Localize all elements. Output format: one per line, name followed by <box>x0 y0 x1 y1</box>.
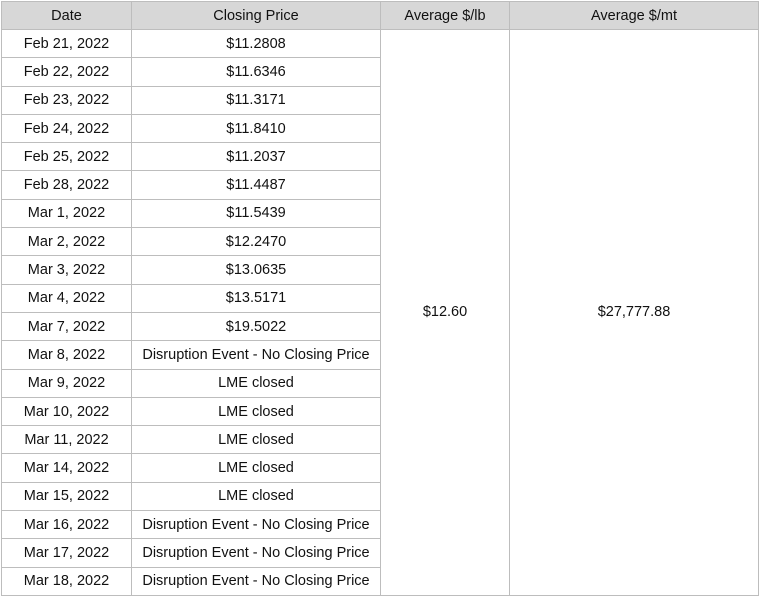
header-average-lb: Average $/lb <box>380 1 510 30</box>
date-cell: Mar 9, 2022 <box>1 368 132 398</box>
closing-price-cell: LME closed <box>131 396 381 427</box>
closing-price-cell: LME closed <box>131 453 381 483</box>
date-cell: Feb 21, 2022 <box>1 28 132 59</box>
closing-price-cell: Disruption Event - No Closing Price <box>131 538 381 568</box>
date-cell: Mar 18, 2022 <box>1 566 132 596</box>
closing-price-cell: $19.5022 <box>131 311 381 342</box>
date-cell: Feb 23, 2022 <box>1 85 132 115</box>
date-cell: Feb 25, 2022 <box>1 142 132 172</box>
date-cell: Mar 8, 2022 <box>1 340 132 370</box>
date-cell: Mar 11, 2022 <box>1 425 132 455</box>
closing-price-cell: $13.0635 <box>131 255 381 285</box>
closing-price-cell: $13.5171 <box>131 283 381 313</box>
closing-price-cell: LME closed <box>131 368 381 398</box>
date-cell: Mar 3, 2022 <box>1 255 132 285</box>
closing-price-cell: LME closed <box>131 425 381 455</box>
header-average-mt: Average $/mt <box>509 1 759 30</box>
price-table: Date Closing Price Average $/lb Average … <box>1 1 759 596</box>
closing-price-cell: $11.4487 <box>131 170 381 200</box>
table-row: Feb 21, 2022 $11.2808 $12.60 $27,777.88 <box>1 28 759 596</box>
date-cell: Mar 17, 2022 <box>1 538 132 568</box>
header-closing-price: Closing Price <box>131 1 381 30</box>
closing-price-cell: $11.2037 <box>131 142 381 172</box>
date-cell: Mar 15, 2022 <box>1 481 132 512</box>
date-cell: Mar 1, 2022 <box>1 198 132 229</box>
date-cell: Mar 7, 2022 <box>1 311 132 342</box>
date-cell: Feb 24, 2022 <box>1 113 132 144</box>
closing-price-cell: LME closed <box>131 481 381 512</box>
date-cell: Feb 22, 2022 <box>1 57 132 87</box>
closing-price-cell: $11.8410 <box>131 113 381 144</box>
closing-price-cell: $12.2470 <box>131 227 381 257</box>
date-cell: Mar 2, 2022 <box>1 227 132 257</box>
date-cell: Mar 10, 2022 <box>1 396 132 427</box>
date-cell: Feb 28, 2022 <box>1 170 132 200</box>
header-date: Date <box>1 1 132 30</box>
table-body: Feb 21, 2022 $11.2808 $12.60 $27,777.88 Feb … <box>1 28 759 596</box>
date-cell: Mar 4, 2022 <box>1 283 132 313</box>
header-row: Date Closing Price Average $/lb Average … <box>1 1 759 30</box>
closing-price-cell: $11.3171 <box>131 85 381 115</box>
date-cell: Mar 16, 2022 <box>1 510 132 540</box>
average-lb-cell: $12.60 <box>380 29 510 596</box>
closing-price-cell: Disruption Event - No Closing Price <box>131 510 381 540</box>
closing-price-cell: Disruption Event - No Closing Price <box>131 340 381 370</box>
closing-price-cell: Disruption Event - No Closing Price <box>131 566 381 596</box>
closing-price-cell: $11.6346 <box>131 57 381 87</box>
closing-price-cell: $11.5439 <box>131 198 381 229</box>
closing-price-cell: $11.2808 <box>131 28 381 59</box>
date-cell: Mar 14, 2022 <box>1 453 132 483</box>
average-mt-cell: $27,777.88 <box>509 29 759 596</box>
